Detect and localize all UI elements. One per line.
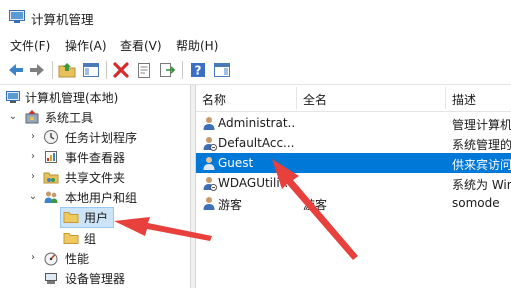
system-tools-icon	[24, 109, 40, 125]
tree-item-label: 性能	[65, 252, 90, 266]
menu-view[interactable]: 查看(V)	[120, 37, 162, 54]
user-icon	[201, 115, 217, 131]
table-row[interactable]: Administrat... 管理计算机	[196, 113, 511, 133]
performance-icon	[43, 250, 59, 266]
column-separator[interactable]	[445, 87, 446, 109]
action-pane-icon[interactable]	[212, 60, 232, 80]
chevron-down-icon[interactable]: ⌄	[7, 111, 19, 123]
menu-bar: 文件(F) 操作(A) 查看(V) 帮助(H)	[0, 34, 511, 56]
user-icon	[201, 135, 217, 151]
tree-item-label: 共享文件夹	[65, 171, 126, 185]
cell-description: 管理计算机	[452, 118, 511, 132]
chevron-right-icon[interactable]: ›	[27, 131, 39, 143]
cell-description: somode	[452, 196, 500, 210]
cell-description: 系统管理的	[452, 138, 511, 152]
column-header-fullname[interactable]: 全名	[303, 91, 327, 108]
navigation-tree: 计算机管理(本地) ⌄ 系统工具 › 任务计划程序 › 事件查看器 › 共享文件…	[0, 85, 190, 288]
tree-item-device-manager[interactable]: 设备管理器	[0, 268, 190, 288]
tree-item-label: 任务计划程序	[65, 131, 138, 145]
show-hide-tree-icon[interactable]	[81, 60, 101, 80]
tree-item-label: 本地用户和组	[65, 191, 138, 205]
tree-item-task-scheduler[interactable]: › 任务计划程序	[0, 127, 190, 147]
tree-item-groups[interactable]: 组	[0, 228, 190, 248]
folder-icon	[63, 209, 79, 225]
computer-management-icon	[9, 10, 25, 23]
device-manager-icon	[43, 270, 59, 286]
tree-item-root[interactable]: 计算机管理(本地)	[0, 87, 190, 107]
forward-arrow-icon[interactable]	[27, 60, 47, 80]
window-title: 计算机管理	[31, 12, 94, 27]
user-icon	[201, 175, 217, 191]
clock-icon	[43, 129, 59, 145]
column-separator[interactable]	[296, 87, 297, 109]
column-header-name[interactable]: 名称	[202, 91, 226, 108]
delete-icon[interactable]	[111, 60, 131, 80]
cell-name: DefaultAcc...	[218, 136, 295, 150]
chevron-right-icon[interactable]: ›	[27, 151, 39, 163]
table-row[interactable]: DefaultAcc... 系统管理的	[196, 133, 511, 153]
cell-name: Guest	[218, 156, 254, 170]
toolbar-separator	[182, 61, 183, 79]
tree-item-label: 设备管理器	[65, 272, 126, 286]
tree-item-label: 计算机管理(本地)	[25, 91, 119, 105]
tree-item-label: 组	[84, 232, 97, 246]
chevron-right-icon[interactable]: ›	[27, 171, 39, 183]
cell-description: 系统为 Win	[452, 178, 511, 192]
menu-action[interactable]: 操作(A)	[65, 37, 107, 54]
tree-item-system-tools[interactable]: ⌄ 系统工具	[0, 107, 190, 127]
list-header: 名称 全名 描述	[196, 85, 511, 112]
table-row-selected[interactable]: Guest 供来宾访问	[196, 153, 511, 173]
chevron-right-icon[interactable]: ›	[27, 252, 39, 264]
tree-item-event-viewer[interactable]: › 事件查看器	[0, 147, 190, 167]
user-list: 名称 全名 描述 Administrat... 管理计算机 DefaultAcc…	[196, 85, 511, 288]
user-icon	[201, 155, 217, 171]
tree-item-local-users-groups[interactable]: ⌄ 本地用户和组	[0, 187, 190, 207]
cell-name: WDAGUtilit...	[218, 176, 296, 190]
tree-item-label: 事件查看器	[65, 151, 126, 165]
shared-folder-icon	[43, 169, 59, 185]
user-icon	[201, 195, 217, 211]
tree-item-performance[interactable]: › 性能	[0, 248, 190, 268]
cell-name: 游客	[218, 198, 243, 212]
toolbar-separator	[106, 61, 107, 79]
tree-item-users[interactable]: 用户	[0, 207, 190, 227]
chevron-down-icon[interactable]: ⌄	[27, 191, 39, 203]
column-header-description[interactable]: 描述	[452, 91, 476, 108]
table-row[interactable]: WDAGUtilit... 系统为 Win	[196, 173, 511, 193]
help-icon[interactable]: ?	[188, 60, 208, 80]
tree-item-shared-folders[interactable]: › 共享文件夹	[0, 167, 190, 187]
toolbar: ?	[0, 56, 511, 85]
tree-item-label: 系统工具	[45, 111, 94, 125]
menu-file[interactable]: 文件(F)	[10, 37, 50, 54]
tree-item-label: 用户	[84, 211, 109, 225]
folder-icon	[63, 230, 79, 246]
menu-help[interactable]: 帮助(H)	[176, 37, 218, 54]
export-list-icon[interactable]	[157, 60, 177, 80]
up-folder-icon[interactable]	[57, 60, 77, 80]
users-groups-icon	[43, 189, 59, 205]
title-bar: 计算机管理	[0, 0, 511, 34]
table-row[interactable]: 游客 游客 somode	[196, 193, 511, 213]
event-viewer-icon	[43, 149, 59, 165]
svg-text:?: ?	[195, 64, 202, 78]
cell-description: 供来宾访问	[452, 158, 511, 172]
back-arrow-icon[interactable]	[6, 60, 26, 80]
toolbar-separator	[52, 61, 53, 79]
computer-management-icon	[5, 89, 21, 105]
properties-icon[interactable]	[134, 60, 154, 80]
cell-name: Administrat...	[218, 116, 296, 130]
cell-fullname: 游客	[303, 198, 328, 212]
